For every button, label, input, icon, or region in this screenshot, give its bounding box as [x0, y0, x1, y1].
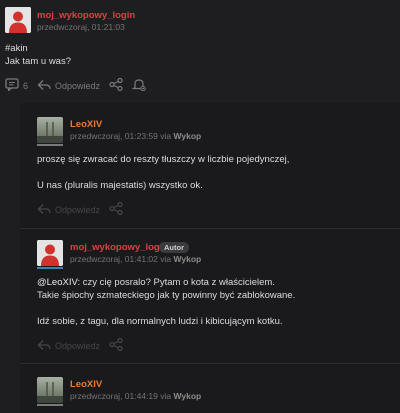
- comment-count[interactable]: 6: [23, 81, 28, 91]
- timestamp[interactable]: przedwczoraj, 01:41:02: [70, 254, 158, 264]
- main-entry: moj_wykopowy_login przedwczoraj, 01:21:0…: [0, 0, 400, 103]
- reply-button[interactable]: Odpowiedz: [55, 81, 100, 91]
- avatar[interactable]: [37, 377, 63, 403]
- timestamp[interactable]: przedwczoraj, 01:21:03: [37, 22, 125, 32]
- entry-text-line-2: Jak tam u was?: [5, 56, 71, 67]
- author-login[interactable]: moj_wykopowy_login: [37, 10, 135, 21]
- via-source[interactable]: Wykop: [174, 391, 202, 401]
- comment-meta: przedwczoraj, 01:23:59 via Wykop: [70, 131, 201, 141]
- comment-text-line-2: Takie śpiochy szmateckiego jak ty powinn…: [37, 290, 296, 301]
- comment-text-line-3: U nas (pluralis majestatis) wszystko ok.: [37, 180, 203, 191]
- reply-icon[interactable]: [37, 339, 51, 353]
- avatar[interactable]: [37, 240, 63, 266]
- via-source[interactable]: Wykop: [174, 131, 202, 141]
- share-icon[interactable]: [109, 201, 123, 217]
- reply-icon[interactable]: [37, 79, 51, 93]
- comment-login[interactable]: moj_wykopowy_login: [70, 242, 168, 253]
- via-label: via: [160, 254, 172, 264]
- via-label: via: [160, 131, 172, 141]
- comment-meta: przedwczoraj, 01:44:19 via Wykop: [70, 391, 201, 401]
- timestamp[interactable]: przedwczoraj, 01:44:19: [70, 391, 158, 401]
- comment-text-line-1: proszę się zwracać do reszty tłuszczy w …: [37, 154, 290, 165]
- share-icon[interactable]: [109, 77, 123, 93]
- reply-icon[interactable]: [37, 203, 51, 217]
- comment-actions: Odpowiedz: [37, 201, 123, 217]
- entry-text-line-1[interactable]: #akin: [5, 42, 28, 56]
- comment-actions: Odpowiedz: [37, 337, 123, 353]
- avatar-underline: [37, 144, 63, 146]
- via-source[interactable]: Wykop: [174, 254, 202, 264]
- reply-button[interactable]: Odpowiedz: [55, 341, 100, 351]
- mention-link[interactable]: @LeoXIV: [37, 277, 77, 288]
- notification-bell-icon[interactable]: [131, 78, 147, 93]
- avatar[interactable]: [5, 7, 31, 33]
- avatar-underline: [37, 404, 63, 406]
- comment-meta: przedwczoraj, 01:41:02 via Wykop: [70, 254, 201, 264]
- comment-login[interactable]: LeoXIV: [70, 379, 102, 390]
- avatar[interactable]: [37, 117, 63, 143]
- timestamp[interactable]: przedwczoraj, 01:23:59: [70, 131, 158, 141]
- comment-text-line-4: Idź sobie, z tagu, dla normalnych ludzi …: [37, 316, 283, 327]
- via-label: via: [160, 391, 172, 401]
- reply-button[interactable]: Odpowiedz: [55, 205, 100, 215]
- share-icon[interactable]: [109, 337, 123, 353]
- comment-text-rest: : czy cię posralo? Pytam o kota z właści…: [77, 277, 275, 288]
- comment-text-line-1: @LeoXIV: czy cię posralo? Pytam o kota z…: [37, 276, 275, 290]
- avatar-underline: [37, 267, 63, 269]
- comments-icon[interactable]: [5, 78, 19, 93]
- entry-actions: 6 Odpowiedz: [5, 77, 147, 93]
- author-badge: Autor: [159, 242, 189, 253]
- comment-login[interactable]: LeoXIV: [70, 119, 102, 130]
